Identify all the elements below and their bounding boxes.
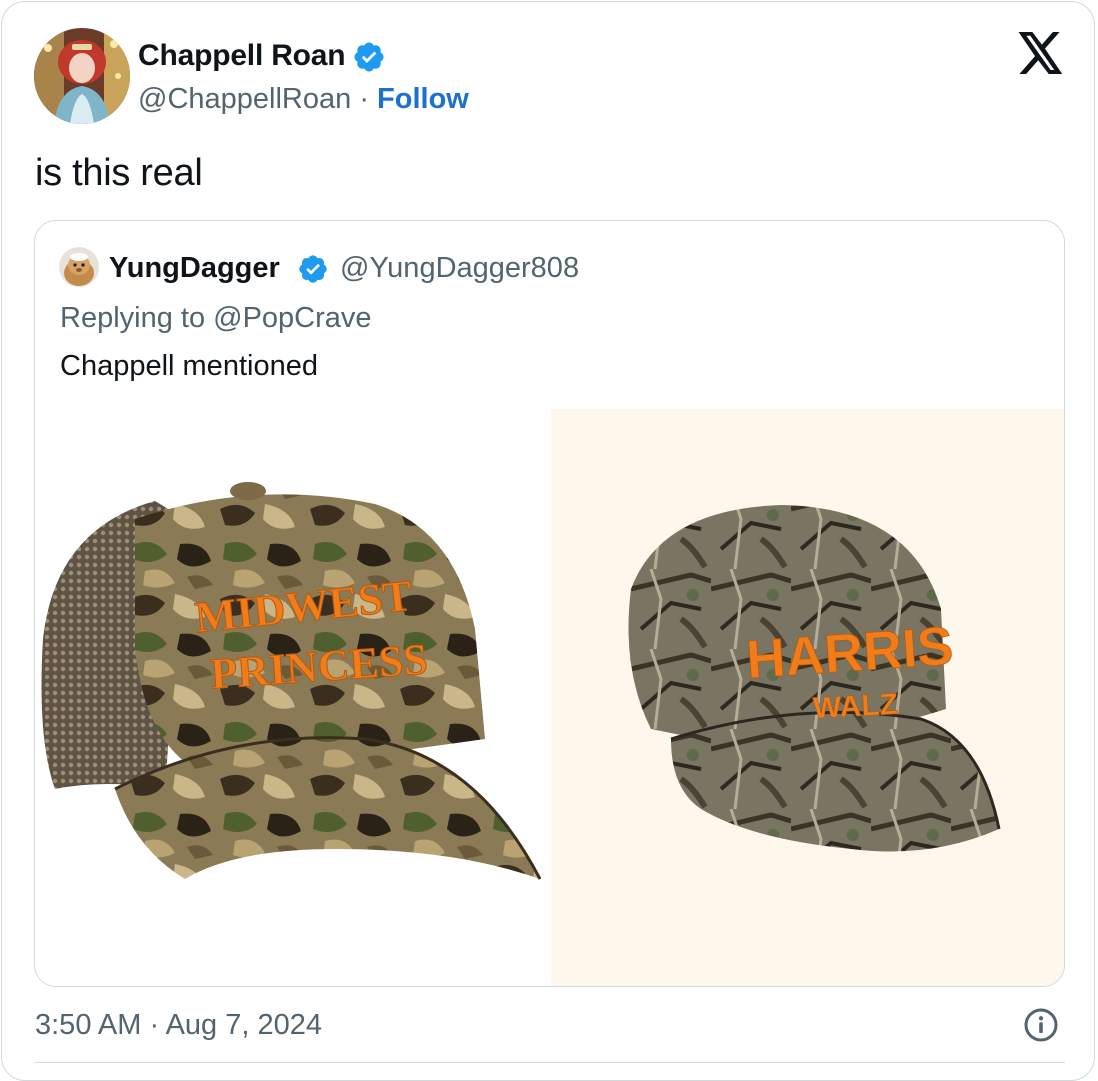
- author-display-name[interactable]: Chappell Roan: [138, 36, 346, 76]
- quoted-image-harris-walz-cap[interactable]: HARRIS WALZ: [551, 409, 1064, 986]
- walz-embroidery: WALZ: [812, 688, 899, 725]
- footer-divider: [35, 1062, 1065, 1063]
- embedded-tweet-card: Chappell Roan @ChappellRoan · Follow is …: [1, 1, 1095, 1081]
- x-logo-icon[interactable]: [1018, 32, 1064, 74]
- quoted-author-handle[interactable]: @YungDagger808: [340, 248, 579, 288]
- verified-badge-icon: [299, 255, 327, 283]
- quoted-tweet[interactable]: YungDagger @YungDagger808 Replying to @P…: [34, 220, 1065, 987]
- verified-badge-icon: [354, 42, 384, 72]
- author-handle-row: @ChappellRoan · Follow: [138, 79, 469, 119]
- author-handle[interactable]: @ChappellRoan: [138, 83, 351, 115]
- info-icon[interactable]: [1023, 1007, 1059, 1043]
- follow-button[interactable]: Follow: [377, 83, 469, 115]
- quoted-image-midwest-princess-cap[interactable]: MIDWEST PRINCESS: [35, 409, 551, 986]
- separator-dot: ·: [359, 83, 369, 115]
- quoted-author-display-name[interactable]: YungDagger: [109, 248, 280, 288]
- tweet-text: is this real: [35, 152, 203, 194]
- quoted-author-avatar[interactable]: [59, 247, 99, 287]
- quoted-tweet-text: Chappell mentioned: [60, 350, 318, 382]
- author-avatar[interactable]: [34, 28, 130, 124]
- replying-to-label[interactable]: Replying to @PopCrave: [60, 298, 372, 338]
- tweet-timestamp[interactable]: 3:50 AM · Aug 7, 2024: [35, 1005, 322, 1045]
